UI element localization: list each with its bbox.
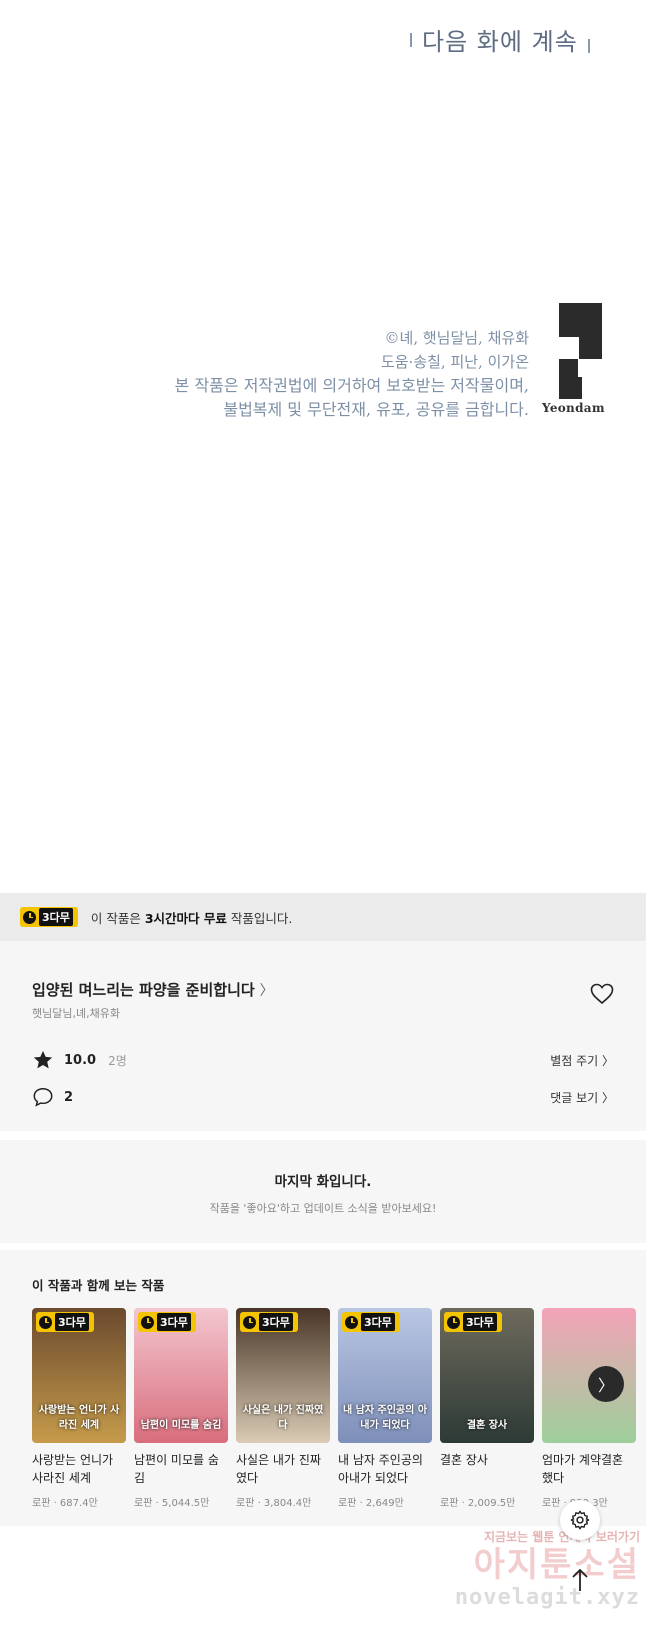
carousel-next-button[interactable]: 〉	[588, 1366, 624, 1402]
copyright-line: 본 작품은 저작권법에 의거하여 보호받는 저작물이며,	[174, 376, 529, 395]
last-episode-heading: 마지막 화입니다.	[274, 1174, 372, 1190]
recommendation-title[interactable]: 내 남자 주인공의 아내가 되었다	[338, 1451, 432, 1487]
cover-title-art: 사실은 내가 진짜였다	[242, 1405, 324, 1431]
recommendation-cover[interactable]: 3다무결혼 장사	[440, 1308, 534, 1443]
last-episode-notice: 마지막 화입니다. 작품을 '좋아요'하고 업데이트 소식을 받아보세요!	[0, 1140, 646, 1243]
last-episode-subtext: 작품을 '좋아요'하고 업데이트 소식을 받아보세요!	[209, 1202, 437, 1215]
wait-free-badge-label: 3다무	[259, 1313, 293, 1331]
wait-free-badge-label: 3다무	[361, 1313, 395, 1331]
free-notice-text: 이 작품은 3시간마다 무료 작품입니다.	[90, 910, 293, 926]
recommendation-cover[interactable]: 3다무내 남자 주인공의 아내가 되었다	[338, 1308, 432, 1443]
watermark-brand: 아지툰소설	[473, 1545, 640, 1585]
credit-authors: ©녜, 햇님달님, 채유화	[384, 329, 529, 347]
recommendation-card[interactable]: 3다무 결혼 장사 결혼 장사 로판 · 2,009.5만	[440, 1308, 534, 1509]
rating-value: 10.0	[64, 1052, 97, 1068]
wait-free-badge: 3다무	[240, 1312, 298, 1332]
credits-block: ©녜, 햇님달님, 채유화 도움·송칠, 피난, 이가온 본 작품은 저작권법에…	[175, 326, 529, 422]
recommendation-list: 3다무 사랑받는 언니가 사라진 세계 사랑받는 언니가 사라진 세계 로판 · 68…	[32, 1308, 636, 1509]
view-comments-button[interactable]: 댓글 보기 〉	[550, 1089, 614, 1106]
wait-free-badge-label: 3다무	[463, 1313, 497, 1331]
wait-free-badge: 3다무	[342, 1312, 400, 1332]
recommendation-cover[interactable]: 3다무사랑받는 언니가 사라진 세계	[32, 1308, 126, 1443]
recommendation-card[interactable]: 3다무 사실은 내가 진짜였다 사실은 내가 진짜였다 로판 · 3,804.4만	[236, 1308, 330, 1509]
comment-count: 2	[64, 1089, 74, 1105]
free-notice-bar: 3다무 이 작품은 3시간마다 무료 작품입니다.	[0, 893, 646, 941]
wait-free-badge: 3다무	[138, 1312, 196, 1332]
wait-free-badge-label: 3다무	[39, 908, 73, 926]
publisher-logo: Yeondam	[542, 303, 605, 415]
gear-icon	[570, 1510, 590, 1530]
credit-assistants: 도움·송칠, 피난, 이가온	[380, 353, 529, 371]
publisher-logo-mark	[542, 303, 602, 399]
recommendation-title[interactable]: 사실은 내가 진짜였다	[236, 1451, 330, 1487]
recommendation-title[interactable]: 사랑받는 언니가 사라진 세계	[32, 1451, 126, 1487]
clock-icon	[39, 1315, 52, 1329]
work-authors: 햇님달님,녜,채유화	[32, 1007, 120, 1020]
decor-bar	[410, 32, 412, 47]
recommendation-cover[interactable]: 3다무남편이 미모를 숨김	[134, 1308, 228, 1443]
recommendation-card[interactable]: 3다무 남편이 미모를 숨김 남편이 미모를 숨김 로판 · 5,044.5만	[134, 1308, 228, 1509]
recommendation-meta: 로판 · 2,009.5만	[440, 1498, 516, 1509]
wait-free-badge: 3다무	[36, 1312, 94, 1332]
chevron-right-icon: 〉	[259, 982, 274, 999]
wait-free-badge-label: 3다무	[157, 1313, 191, 1331]
viewer-settings-button[interactable]	[560, 1500, 600, 1540]
clock-icon	[141, 1315, 154, 1329]
cover-title-art: 사랑받는 언니가 사라진 세계	[38, 1405, 120, 1431]
heart-icon[interactable]	[590, 983, 614, 1005]
work-title-link[interactable]: 입양된 며느리는 파양을 준비합니다 〉	[32, 979, 274, 1000]
continue-text: 다음 화에 계속	[422, 28, 578, 56]
clock-icon	[243, 1315, 256, 1329]
site-watermark: 지금보는 웹툰 연재속 보러가기 아지툰소설 novelagit.xyz	[440, 1528, 640, 1610]
chevron-right-icon: 〉	[597, 1376, 614, 1395]
cover-title-art: 남편이 미모를 숨김	[140, 1420, 222, 1431]
recommendations-heading: 이 작품과 함께 보는 작품	[32, 1278, 165, 1293]
arrow-up-icon	[572, 1568, 588, 1591]
clock-icon	[447, 1315, 460, 1329]
watermark-tagline: 지금보는 웹툰 연재속 보러가기	[483, 1530, 640, 1544]
publisher-name: Yeondam	[542, 401, 605, 415]
recommendation-meta: 로판 · 5,044.5만	[134, 1498, 210, 1509]
recommendation-meta: 로판 · 3,804.4만	[236, 1498, 312, 1509]
wait-free-badge-label: 3다무	[55, 1313, 89, 1331]
recommendation-cover[interactable]: 3다무사실은 내가 진짜였다	[236, 1308, 330, 1443]
recommendations-section: 이 작품과 함께 보는 작품 3다무 사랑받는 언니가 사라진 세계 사랑받는 언니…	[0, 1250, 646, 1526]
recommendation-card[interactable]: 3다무 사랑받는 언니가 사라진 세계 사랑받는 언니가 사라진 세계 로판 · 68…	[32, 1308, 126, 1509]
cover-title-art: 결혼 장사	[466, 1420, 508, 1431]
work-title: 입양된 며느리는 파양을 준비합니다	[32, 981, 255, 999]
recommendation-title[interactable]: 결혼 장사	[440, 1451, 534, 1487]
recommendation-title[interactable]: 엄마가 계약결혼 했다	[542, 1451, 636, 1487]
wait-free-badge: 3다무	[20, 907, 78, 927]
star-icon	[33, 1050, 53, 1069]
recommendation-title[interactable]: 남편이 미모를 숨김	[134, 1451, 228, 1487]
clock-icon	[23, 910, 36, 924]
to-be-continued: 다음 화에 계속	[410, 22, 590, 57]
rating-row: 10.0 2명 별점 주기 〉	[32, 1049, 614, 1071]
copyright-line: 불법복제 및 무단전재, 유포, 공유를 금합니다.	[223, 400, 529, 419]
recommendation-card[interactable]: 엄마가 계약결혼 했다로판 · 999.3만	[542, 1308, 636, 1509]
rate-button[interactable]: 별점 주기 〉	[550, 1052, 614, 1069]
scroll-to-top-button[interactable]	[560, 1555, 600, 1605]
comic-final-panel: 다음 화에 계속 ©녜, 햇님달님, 채유화 도움·송칠, 피난, 이가온 본 …	[0, 0, 646, 893]
recommendation-card[interactable]: 3다무 내 남자 주인공의 아내가 되었다 내 남자 주인공의 아내가 되었다 로판 …	[338, 1308, 432, 1509]
clock-icon	[345, 1315, 358, 1329]
work-info-section: 입양된 며느리는 파양을 준비합니다 〉 햇님달님,녜,채유화 10.0 2명 …	[0, 941, 646, 1131]
cover-title-art: 내 남자 주인공의 아내가 되었다	[342, 1405, 428, 1431]
watermark-url: novelagit.xyz	[454, 1585, 640, 1610]
rating-count: 2명	[108, 1053, 127, 1068]
comment-icon	[33, 1088, 53, 1107]
recommendation-meta: 로판 · 687.4만	[32, 1498, 98, 1509]
comments-row: 2 댓글 보기 〉	[32, 1086, 614, 1108]
recommendation-meta: 로판 · 2,649만	[338, 1498, 404, 1509]
wait-free-badge: 3다무	[444, 1312, 502, 1332]
decor-bar	[587, 38, 590, 53]
